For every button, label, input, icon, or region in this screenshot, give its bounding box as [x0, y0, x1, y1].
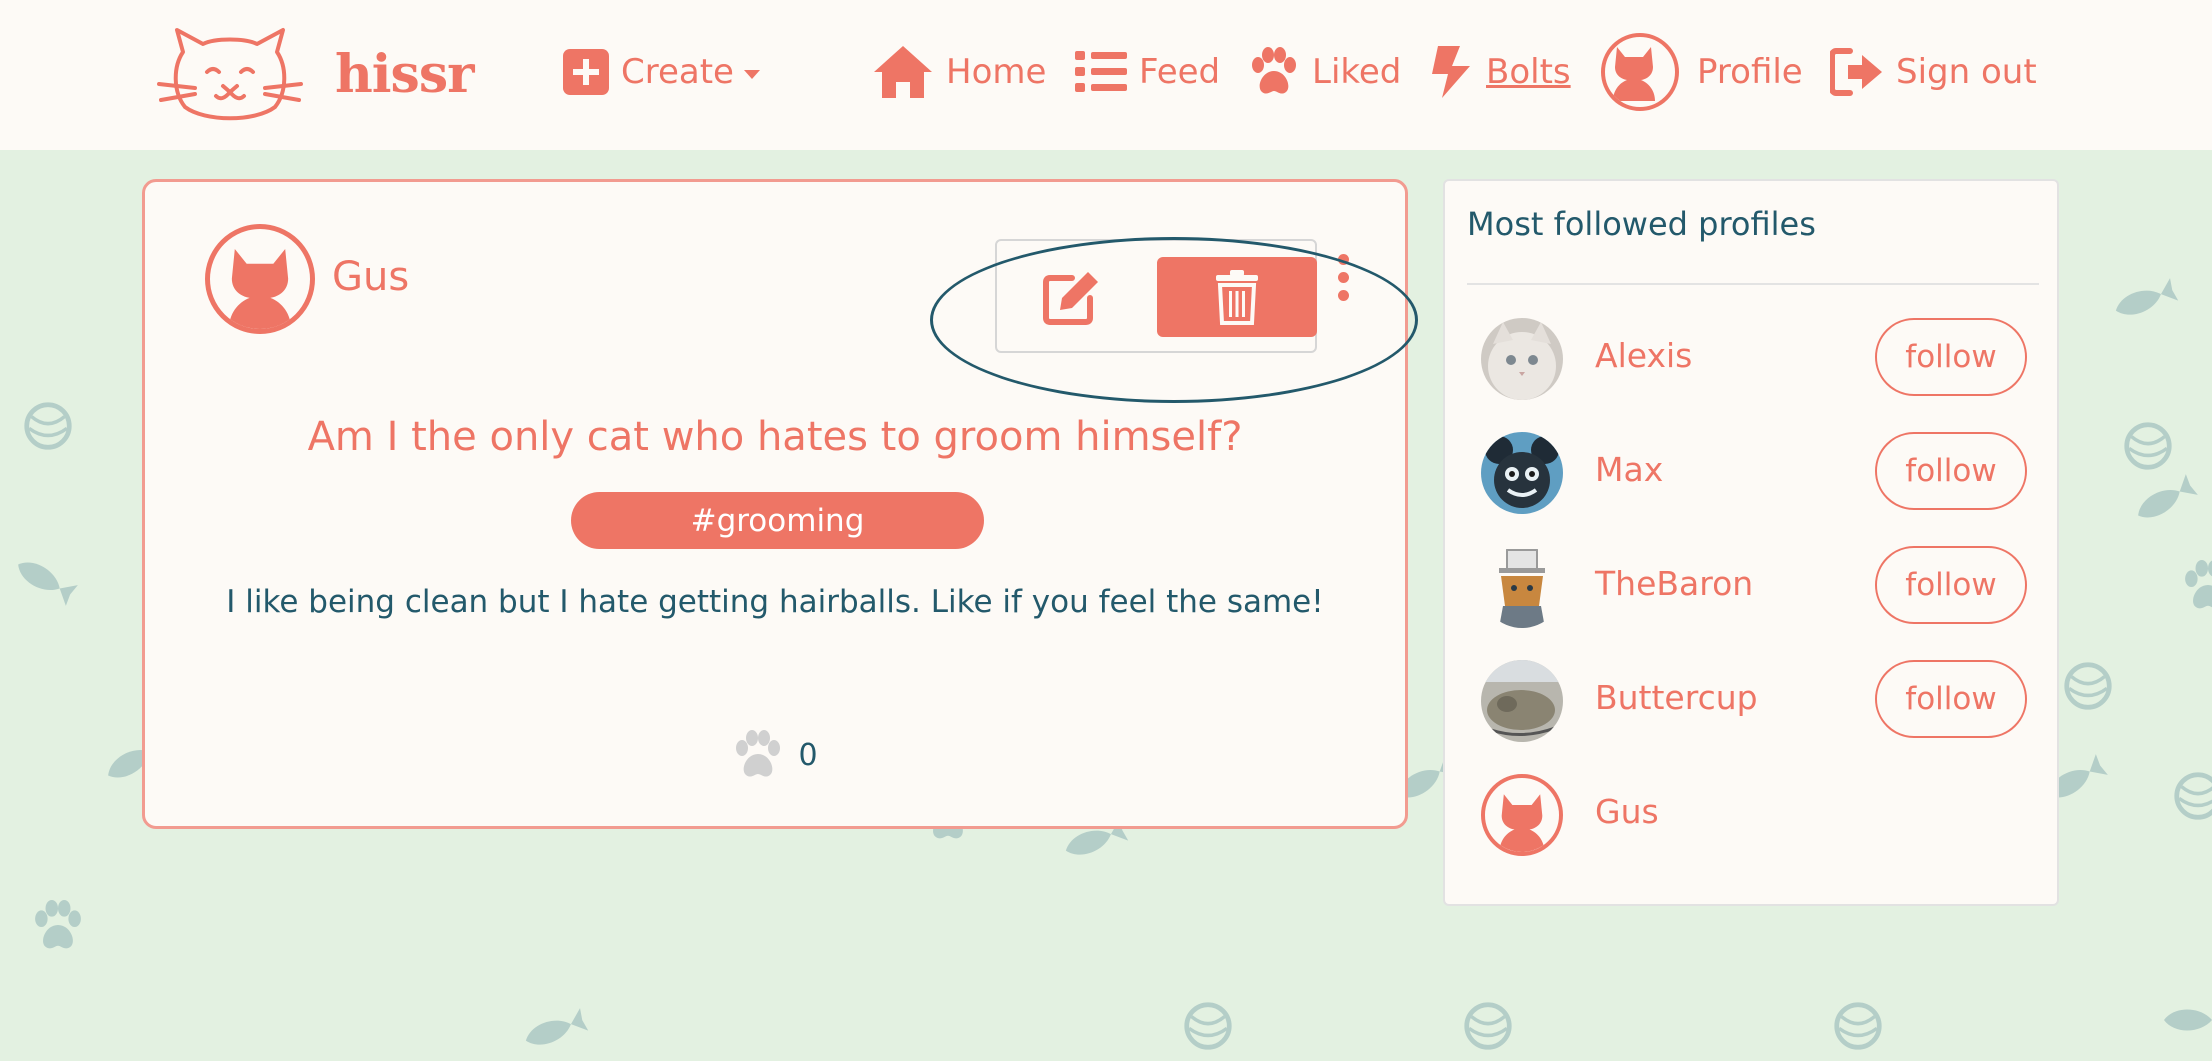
nav-liked[interactable]: Liked: [1248, 40, 1401, 104]
profile-row: Buttercup follow: [1445, 656, 2057, 746]
avatar[interactable]: [1481, 774, 1563, 856]
cat-photo-avatar-icon: [1481, 660, 1563, 742]
edit-button[interactable]: [1037, 266, 1107, 328]
nav-home[interactable]: Home: [872, 40, 1046, 104]
paw-pattern-icon: [2185, 560, 2212, 609]
fish-pattern-icon: [525, 1008, 589, 1045]
nav-profile[interactable]: Profile: [1601, 33, 1803, 111]
nav-liked-label: Liked: [1312, 52, 1402, 92]
profile-row: Max follow: [1445, 428, 2057, 518]
yarn-pattern-icon: [2064, 662, 2112, 710]
navbar: hissr Create Home Feed Liked Bolts Profi…: [0, 0, 2212, 150]
avatar: [1601, 33, 1679, 111]
nav-create-dropdown[interactable]: Create: [563, 40, 760, 104]
avatar[interactable]: [1481, 432, 1563, 514]
like-count: 0: [798, 737, 818, 773]
chevron-down-icon: [743, 69, 760, 79]
follow-button[interactable]: follow: [1875, 546, 2027, 624]
most-followed-sidebar: Most followed profiles Alexis follow Max…: [1443, 179, 2059, 906]
post-title: Am I the only cat who hates to groom him…: [307, 414, 1243, 460]
yarn-pattern-icon: [2174, 772, 2212, 820]
likes: 0: [145, 730, 1405, 780]
list-icon: [1075, 51, 1127, 92]
nav-signout[interactable]: Sign out: [1830, 40, 2037, 104]
baron-cat-avatar-icon: [1481, 546, 1563, 628]
nav-feed-label: Feed: [1139, 52, 1221, 92]
profile-name[interactable]: Alexis: [1595, 336, 1692, 375]
dark-creature-avatar-icon: [1481, 432, 1563, 514]
cat-avatar-icon: [228, 248, 292, 329]
follow-button[interactable]: follow: [1875, 318, 2027, 396]
avatar[interactable]: [1481, 318, 1563, 400]
sign-out-icon: [1830, 48, 1882, 96]
paw-like-icon[interactable]: [732, 730, 784, 780]
avatar[interactable]: [1481, 660, 1563, 742]
persian-cat-avatar-icon: [1481, 318, 1563, 400]
fish-pattern-icon: [2115, 278, 2179, 315]
nav-feed[interactable]: Feed: [1075, 40, 1220, 104]
divider: [1467, 283, 2039, 285]
brand-name: hissr: [335, 44, 475, 105]
nav-create-label: Create: [621, 52, 734, 92]
delete-button[interactable]: [1157, 257, 1317, 337]
profile-row: Alexis follow: [1445, 314, 2057, 404]
hashtag-badge[interactable]: #grooming: [571, 492, 984, 549]
nav-profile-label: Profile: [1697, 52, 1803, 92]
brand[interactable]: hissr: [155, 22, 475, 127]
post-card: Gus 3 Am I the only cat who hates to gro…: [142, 179, 1408, 829]
more-options-icon[interactable]: [1335, 254, 1351, 306]
profile-name[interactable]: TheBaron: [1595, 564, 1753, 603]
trash-icon: [1216, 270, 1258, 325]
profile-row: Gus: [1445, 770, 2057, 860]
plus-square-icon: [563, 49, 609, 95]
profile-name[interactable]: Max: [1595, 450, 1663, 489]
cat-avatar-icon: [1613, 47, 1655, 101]
follow-button[interactable]: follow: [1875, 432, 2027, 510]
yarn-pattern-icon: [1464, 1002, 1512, 1050]
post-author[interactable]: Gus: [332, 254, 409, 300]
yarn-pattern-icon: [1834, 1002, 1882, 1050]
fish-pattern-icon: [2138, 474, 2198, 518]
nav-home-label: Home: [946, 52, 1047, 92]
profile-name[interactable]: Buttercup: [1595, 678, 1758, 717]
home-icon: [874, 46, 932, 98]
nav-bolts-label: Bolts: [1486, 52, 1571, 92]
sidebar-title: Most followed profiles: [1467, 205, 1816, 243]
author-avatar[interactable]: [205, 224, 315, 334]
yarn-pattern-icon: [24, 402, 72, 450]
avatar[interactable]: [1481, 546, 1563, 628]
cat-logo-icon: [157, 28, 303, 121]
fish-pattern-icon: [18, 562, 78, 606]
post-body: I like being clean but I hate getting ha…: [226, 584, 1324, 620]
nav-signout-label: Sign out: [1896, 52, 2037, 92]
edit-icon: [1043, 272, 1098, 325]
paw-pattern-icon: [35, 900, 81, 949]
cat-avatar-icon: [1499, 794, 1545, 852]
yarn-pattern-icon: [1184, 1002, 1232, 1050]
profile-name[interactable]: Gus: [1595, 792, 1659, 831]
yarn-pattern-icon: [2124, 422, 2172, 470]
paw-icon: [1252, 47, 1296, 94]
profile-row: TheBaron follow: [1445, 542, 2057, 632]
nav-bolts[interactable]: Bolts: [1430, 40, 1571, 104]
follow-button[interactable]: follow: [1875, 660, 2027, 738]
fish-pattern-icon: [2164, 1009, 2212, 1031]
bolt-icon: [1432, 46, 1470, 98]
post-action-menu: [995, 239, 1317, 353]
